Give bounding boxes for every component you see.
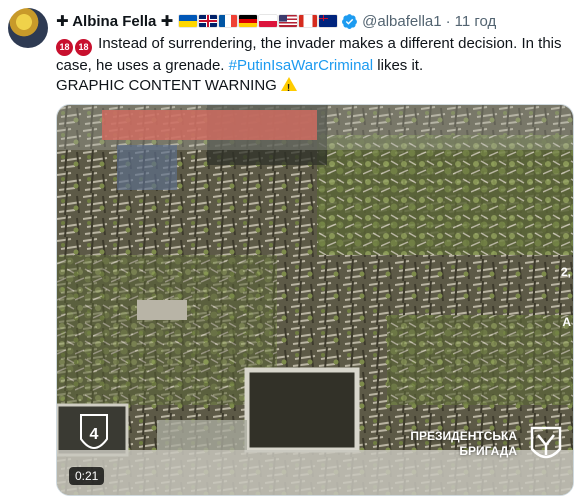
author-name-text: Albina Fella (72, 13, 157, 30)
flag-us-icon (279, 15, 298, 27)
tweet-text-tail: likes it. (377, 57, 424, 74)
tweet-header: ✚ Albina Fella ✚ @albafella1 · 11 год (56, 10, 571, 32)
age-18-icon-2: 18 (75, 39, 92, 56)
brand-line1: ПРЕЗИДЕНТСЬКА (410, 429, 517, 443)
tweet-text: 18 18 Instead of surrendering, the invade… (56, 34, 569, 99)
video-player[interactable]: 4 ПРЕЗИДЕНТСЬКА БРИГАДА 0:21 2, A (56, 104, 574, 496)
flag-fr-icon (219, 15, 238, 27)
graphic-warning-text: GRAPHIC CONTENT WARNING (56, 77, 277, 94)
age-18-icon: 18 (56, 39, 73, 56)
author-handle[interactable]: @albafella1 (362, 13, 441, 30)
hashtag-link[interactable]: #PutinIsaWarCriminal (229, 57, 374, 74)
side-label-bottom: A (562, 315, 571, 329)
warning-icon (280, 77, 297, 99)
name-prefix-cross: ✚ (56, 13, 69, 30)
unit-emblem-icon: 4 (80, 414, 108, 449)
verified-badge-icon[interactable] (341, 13, 358, 30)
svg-text:4: 4 (90, 426, 99, 443)
flag-emojis (179, 15, 338, 27)
brigade-crest-icon (530, 426, 562, 459)
author-avatar[interactable] (8, 8, 48, 48)
brigade-watermark: ПРЕЗИДЕНТСЬКА БРИГАДА (410, 429, 517, 459)
side-label-top: 2, (560, 265, 571, 279)
flag-ca-icon (299, 15, 318, 27)
tweet-timestamp[interactable]: 11 год (455, 13, 497, 30)
name-suffix-cross: ✚ (160, 13, 174, 30)
flag-pl-icon (259, 15, 278, 27)
flag-ua-icon (179, 15, 198, 27)
header-separator: · (445, 12, 451, 30)
flag-gb-icon (199, 15, 218, 27)
video-duration: 0:21 (69, 467, 105, 485)
flag-de-icon (239, 15, 258, 27)
flag-au-icon (319, 15, 338, 27)
brand-line2: БРИГАДА (459, 444, 517, 458)
author-name[interactable]: ✚ Albina Fella ✚ (56, 12, 173, 30)
